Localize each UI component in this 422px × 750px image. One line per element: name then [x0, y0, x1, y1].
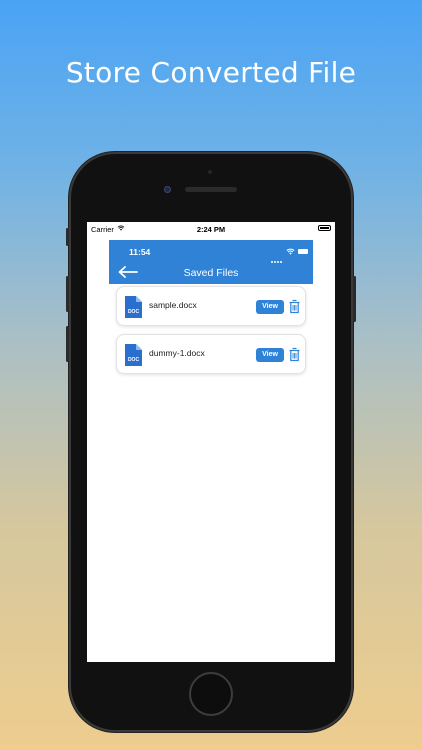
- view-button[interactable]: View: [256, 300, 284, 314]
- doc-file-icon: DOC: [125, 296, 142, 318]
- phone-screen: Carrier 2:24 PM 11:54 Saved Files DOC sa…: [87, 222, 335, 662]
- proximity-sensor: [208, 170, 212, 174]
- file-list-item[interactable]: DOC dummy-1.docx View: [116, 334, 306, 374]
- page-title: Saved Files: [183, 267, 239, 279]
- file-name: dummy-1.docx: [149, 348, 205, 358]
- doc-badge-label: DOC: [128, 357, 140, 363]
- doc-file-icon: DOC: [125, 344, 142, 366]
- home-button[interactable]: [189, 672, 233, 716]
- app-header: 11:54 Saved Files: [109, 240, 313, 284]
- file-name: sample.docx: [149, 300, 197, 310]
- device-status-bar: Carrier 2:24 PM: [87, 222, 335, 236]
- phone-volume-down: [66, 326, 69, 362]
- promo-headline: Store Converted File: [65, 56, 357, 89]
- battery-icon: [318, 225, 331, 231]
- trash-icon[interactable]: [289, 299, 300, 314]
- earpiece-speaker: [185, 187, 237, 192]
- signal-icon: [271, 250, 283, 268]
- app-battery-icon: [298, 249, 308, 254]
- phone-silent-switch: [66, 228, 69, 246]
- file-list-item[interactable]: DOC sample.docx View: [116, 286, 306, 326]
- status-time: 2:24 PM: [196, 225, 226, 234]
- doc-badge-label: DOC: [128, 309, 140, 315]
- app-wifi-icon: [286, 248, 295, 255]
- phone-power-button: [353, 276, 356, 322]
- app-status-time: 11:54: [129, 247, 151, 257]
- view-button[interactable]: View: [256, 348, 284, 362]
- trash-icon[interactable]: [289, 347, 300, 362]
- front-camera-icon: [164, 186, 171, 193]
- phone-volume-up: [66, 276, 69, 312]
